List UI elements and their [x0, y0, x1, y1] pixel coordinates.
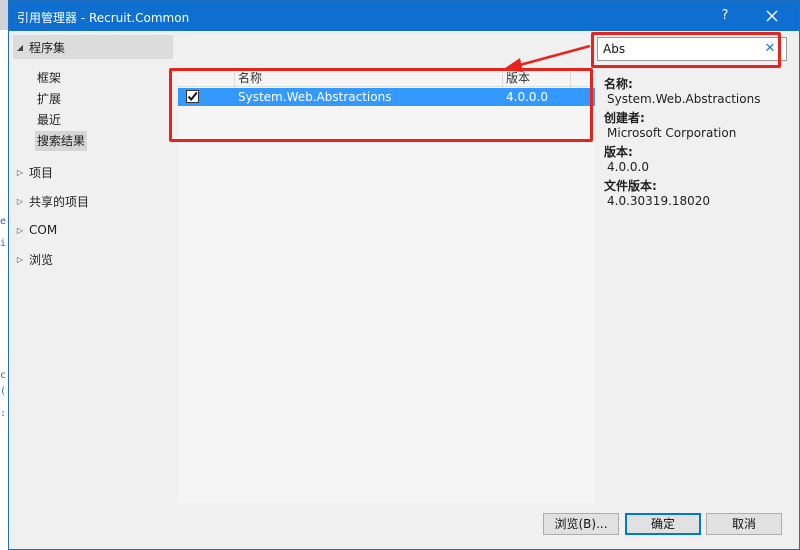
- annotation-arrow-icon: [502, 44, 591, 72]
